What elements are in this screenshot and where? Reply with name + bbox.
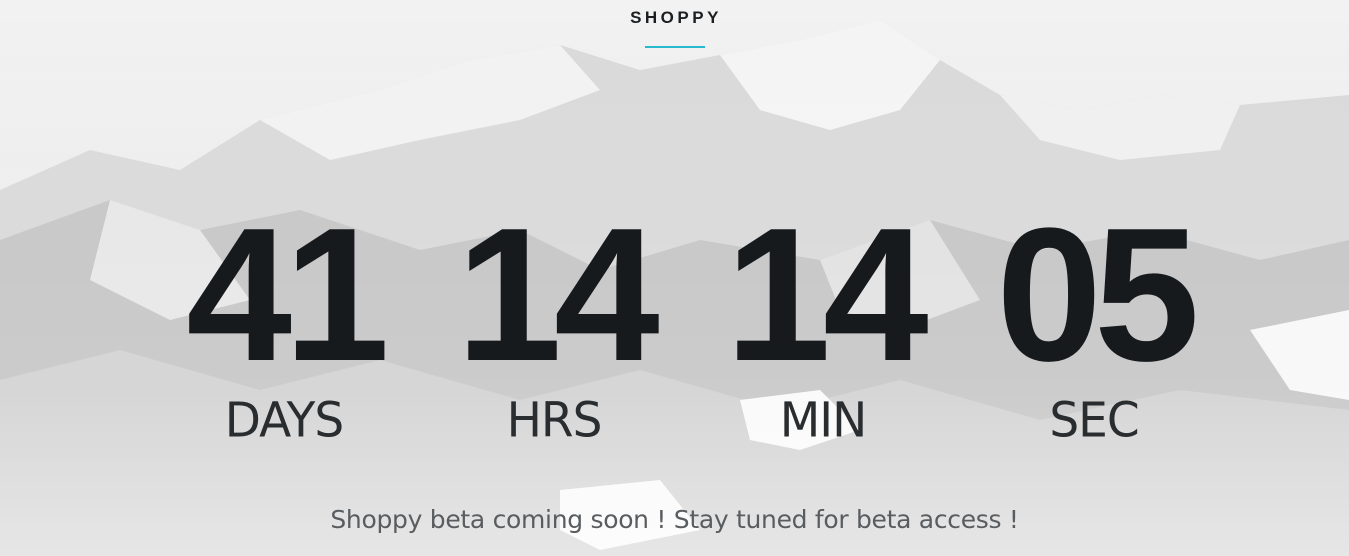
minutes-value: 14 <box>725 189 928 401</box>
brand-logo-text[interactable]: SHOPPY <box>627 8 722 28</box>
hours-label: HRS <box>506 392 603 449</box>
minutes-label: MIN <box>779 392 868 449</box>
days-value: 41 <box>186 189 389 401</box>
seconds-label: SEC <box>1049 392 1139 449</box>
countdown-minutes: 14 MIN <box>693 200 953 446</box>
countdown-hours: 14 HRS <box>424 200 684 446</box>
hours-value: 14 <box>456 189 659 401</box>
countdown-days: 41 DAYS <box>154 200 414 446</box>
brand-header: SHOPPY <box>0 8 1349 48</box>
countdown-seconds: 05 SEC <box>964 200 1224 446</box>
seconds-value: 05 <box>996 189 1199 401</box>
days-label: DAYS <box>224 392 344 449</box>
coming-soon-tagline: Shoppy beta coming soon ! Stay tuned for… <box>330 505 1019 534</box>
brand-underline <box>644 46 705 48</box>
